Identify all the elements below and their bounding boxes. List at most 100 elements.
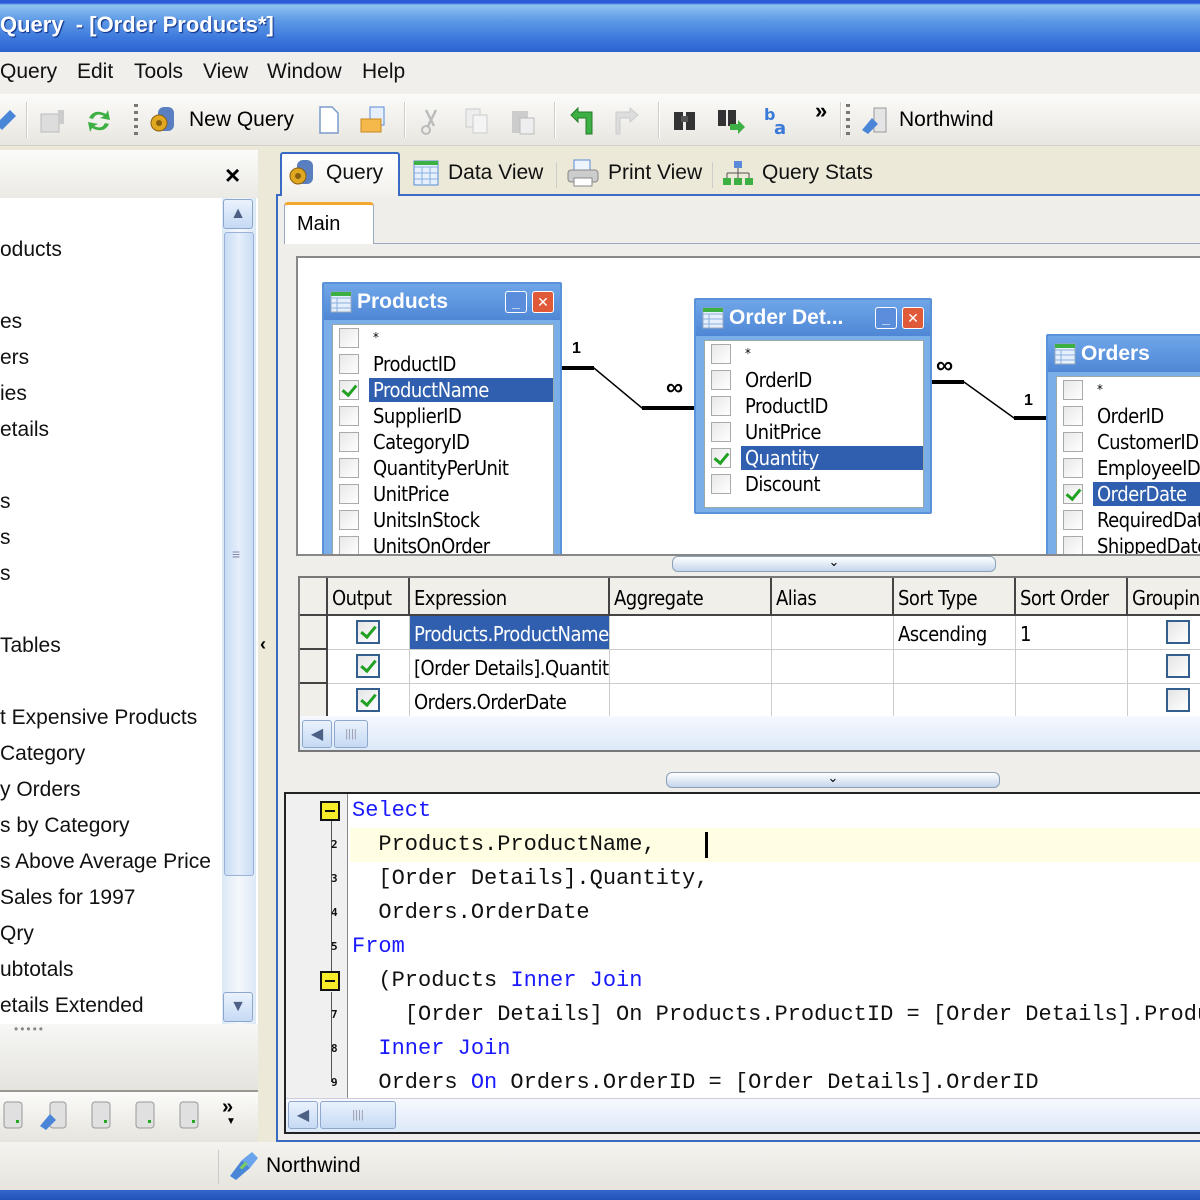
code-line[interactable]: Orders On Orders.OrderID = [Order Detail… (352, 1066, 1038, 1100)
field-checkbox[interactable] (1063, 432, 1083, 452)
field-checkbox[interactable] (339, 458, 359, 478)
field-checkbox[interactable] (339, 484, 359, 504)
grid-cell-output[interactable] (328, 616, 410, 650)
object-tree-item[interactable]: etails Extended (0, 994, 144, 1018)
grid-cell-sort-order[interactable]: 1 (1016, 616, 1128, 650)
object-tree-item[interactable]: s (0, 526, 11, 550)
object-tree-item[interactable]: oducts (0, 238, 62, 262)
field-row[interactable]: ProductName (333, 377, 553, 403)
code-line[interactable]: Inner Join (352, 1032, 510, 1066)
code-line[interactable]: Orders.OrderDate (352, 896, 589, 930)
close-table-button[interactable]: ✕ (532, 291, 554, 313)
grid-column-header[interactable]: Grouping (1128, 578, 1200, 616)
undo-icon[interactable] (568, 106, 598, 136)
table-window-orders[interactable]: Orders * OrderID CustomerID EmployeeID OrderD… (1046, 334, 1200, 554)
menu-help[interactable]: Help (362, 60, 405, 84)
grid-cell-sort-order[interactable] (1016, 650, 1128, 684)
field-row[interactable]: ProductID (705, 393, 923, 419)
field-row[interactable]: SupplierID (333, 403, 553, 429)
toolbar-overflow-button[interactable]: » (815, 98, 827, 124)
menu-window[interactable]: Window (267, 60, 342, 84)
object-tree-item[interactable]: Category (0, 742, 85, 766)
grid-column-header[interactable]: Aggregate (610, 578, 772, 616)
cut-icon[interactable] (416, 106, 446, 136)
field-row[interactable]: * (1057, 377, 1200, 403)
scroll-up-button[interactable]: ▲ (223, 199, 253, 229)
collapse-panel-icon[interactable]: ‹ (260, 634, 266, 655)
field-checkbox[interactable] (339, 510, 359, 530)
grid-column-header[interactable]: Output (328, 578, 410, 616)
menu-view[interactable]: View (203, 60, 248, 84)
field-row[interactable]: * (705, 341, 923, 367)
code-line[interactable]: (Products Inner Join (352, 964, 642, 998)
field-row[interactable]: UnitsOnOrder (333, 533, 553, 554)
splitter-grip[interactable]: ••••• (14, 1022, 45, 1036)
grid-sql-splitter[interactable]: ⌄ (666, 771, 1000, 788)
close-panel-button[interactable]: × (225, 160, 240, 191)
field-checkbox[interactable] (711, 422, 731, 442)
grid-cell-grouping[interactable] (1128, 684, 1200, 718)
menu-query[interactable]: Query (0, 60, 57, 84)
new-query-button[interactable]: New Query (189, 108, 294, 132)
field-row[interactable]: QuantityPerUnit (333, 455, 553, 481)
open-file-icon[interactable] (358, 105, 388, 135)
grid-cell-output[interactable] (328, 650, 410, 684)
object-tree-item[interactable]: s by Category (0, 814, 130, 838)
field-checkbox[interactable] (339, 328, 359, 348)
server-icon[interactable] (86, 1100, 116, 1130)
properties-icon[interactable] (38, 106, 68, 136)
grid-cell-sort-type[interactable] (894, 684, 1016, 718)
tab-query-label[interactable]: Query (286, 152, 383, 194)
field-row[interactable]: OrderDate (1057, 481, 1200, 507)
grid-cell-sort-type[interactable] (894, 650, 1016, 684)
field-row[interactable]: ShippedDate (1057, 533, 1200, 554)
grid-cell-expression[interactable]: Orders.OrderDate (410, 684, 610, 718)
grid-cell-grouping[interactable] (1128, 616, 1200, 650)
diagram-grid-splitter[interactable]: ⌄ (672, 555, 996, 572)
field-checkbox[interactable] (1063, 484, 1083, 504)
database-connection-icon[interactable] (860, 106, 890, 136)
grid-cell-aggregate[interactable] (610, 684, 772, 718)
subtab-main[interactable]: Main (284, 202, 374, 244)
table-window-products[interactable]: Products _ ✕ * ProductID ProductName SupplierI… (322, 282, 562, 554)
object-tree-item[interactable]: s Above Average Price (0, 850, 211, 874)
connection-selector[interactable]: Northwind (899, 108, 994, 132)
field-checkbox[interactable] (339, 380, 359, 400)
code-line[interactable]: [Order Details] On Products.ProductID = … (352, 998, 1200, 1032)
field-row[interactable]: Discount (705, 471, 923, 497)
object-tree-item[interactable]: s (0, 490, 11, 514)
grid-cell-sort-type[interactable]: Ascending (894, 616, 1016, 650)
field-checkbox[interactable] (711, 344, 731, 364)
grid-column-header[interactable]: Alias (772, 578, 894, 616)
fold-toggle-icon[interactable] (320, 801, 340, 821)
refresh-icon[interactable] (84, 106, 114, 136)
code-line[interactable]: Products.ProductName, (352, 828, 655, 862)
object-tree-item[interactable]: etails (0, 418, 49, 442)
scrollbar-thumb[interactable]: |||| (334, 720, 368, 748)
field-row[interactable]: * (333, 325, 553, 351)
grid-column-header[interactable]: Sort Order (1016, 578, 1128, 616)
grid-row-header[interactable] (300, 684, 328, 718)
output-checkbox[interactable] (356, 688, 380, 712)
minimize-table-button[interactable]: _ (875, 307, 897, 329)
field-checkbox[interactable] (339, 536, 359, 554)
code-line[interactable]: From (352, 930, 405, 964)
query-diagram-canvas[interactable]: 1 ∞ ∞ 1 Products _ ✕ * ProductID ProductName S… (296, 256, 1200, 556)
field-row[interactable]: ProductID (333, 351, 553, 377)
grouping-checkbox[interactable] (1166, 620, 1190, 644)
grid-row-header[interactable] (300, 650, 328, 684)
grid-cell-expression[interactable]: [Order Details].Quantity (410, 650, 610, 684)
field-checkbox[interactable] (339, 432, 359, 452)
menu-edit[interactable]: Edit (77, 60, 113, 84)
field-checkbox[interactable] (1063, 406, 1083, 426)
object-tree-item[interactable]: ubtotals (0, 958, 74, 982)
object-tree-item[interactable]: es (0, 310, 22, 334)
server-icon[interactable] (0, 1100, 28, 1130)
dropdown-arrow-icon[interactable]: ▼ (226, 1116, 236, 1127)
field-row[interactable]: UnitPrice (333, 481, 553, 507)
grid-cell-alias[interactable] (772, 684, 894, 718)
grouping-checkbox[interactable] (1166, 654, 1190, 678)
field-row[interactable]: RequiredDate (1057, 507, 1200, 533)
grid-cell-aggregate[interactable] (610, 650, 772, 684)
editor-horizontal-scrollbar[interactable] (286, 1098, 1200, 1132)
